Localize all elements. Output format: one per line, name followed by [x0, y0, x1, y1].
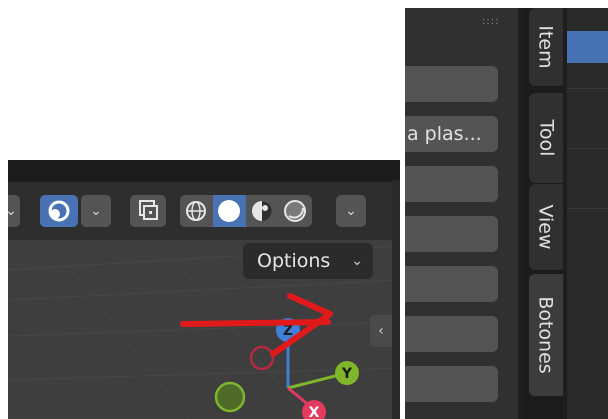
tab-item-label: Item [535, 25, 558, 69]
wireframe-shading-button[interactable] [180, 195, 213, 227]
overlays-toggle-button[interactable] [40, 195, 78, 227]
shading-dropdown[interactable]: ⌄ [336, 195, 366, 227]
xray-toggle-button[interactable] [130, 195, 166, 227]
solid-shading-button[interactable] [213, 195, 246, 227]
divider [567, 88, 608, 89]
shading-mode-group [180, 195, 312, 227]
options-button[interactable]: Options ⌄ [243, 243, 373, 279]
3d-viewport[interactable]: ⌄ ⌄ ⌄ Options ⌄ Z Y X ‹ [8, 160, 400, 419]
gizmo-neg-y-axis[interactable] [214, 381, 246, 413]
xray-icon [139, 200, 158, 220]
gizmo-y-label: Y [341, 366, 353, 382]
material-shading-icon [252, 201, 272, 221]
divider [567, 208, 608, 209]
outliner-strip [567, 8, 608, 419]
drag-grip-icon[interactable]: :::: [482, 16, 499, 27]
tab-botones[interactable]: Botones [529, 274, 563, 396]
property-field[interactable] [405, 166, 498, 202]
material-shading-button[interactable] [246, 195, 279, 227]
tab-tool[interactable]: Tool [529, 93, 563, 183]
property-field[interactable] [405, 216, 498, 252]
wireframe-shading-icon [186, 201, 206, 221]
properties-area: :::: a plas... [405, 8, 518, 419]
gizmo-x-label: X [309, 405, 320, 419]
tab-item[interactable]: Item [529, 8, 563, 86]
tab-botones-label: Botones [535, 296, 557, 374]
property-field-text: a plas... [407, 123, 482, 145]
n-panel-sidebar: :::: a plas... Item Tool View Botones [405, 8, 608, 419]
rendered-shading-button[interactable] [279, 195, 312, 227]
property-field[interactable] [405, 66, 498, 102]
tab-view-label: View [535, 204, 557, 250]
red-annotation-arrow [180, 293, 333, 357]
property-field[interactable] [405, 266, 498, 302]
chevron-down-icon: ⌄ [351, 253, 363, 269]
rendered-shading-icon [284, 200, 306, 222]
sidebar-expand-tab[interactable]: ‹ [370, 315, 392, 347]
solid-shading-icon [218, 200, 240, 222]
property-field[interactable]: a plas... [405, 116, 498, 152]
viewport-overlay-icon [48, 200, 70, 222]
mode-dropdown[interactable]: ⌄ [8, 195, 20, 227]
tab-view[interactable]: View [529, 184, 563, 270]
divider [567, 148, 608, 149]
options-label: Options [257, 250, 331, 272]
selected-row[interactable] [567, 31, 608, 63]
viewport-top-strip [8, 160, 400, 182]
property-field[interactable] [405, 316, 498, 352]
tab-tool-label: Tool [535, 119, 557, 157]
viewport-edge [392, 180, 400, 419]
chevron-left-icon: ‹ [378, 323, 384, 339]
overlays-dropdown[interactable]: ⌄ [81, 195, 111, 227]
property-field[interactable] [405, 366, 498, 402]
